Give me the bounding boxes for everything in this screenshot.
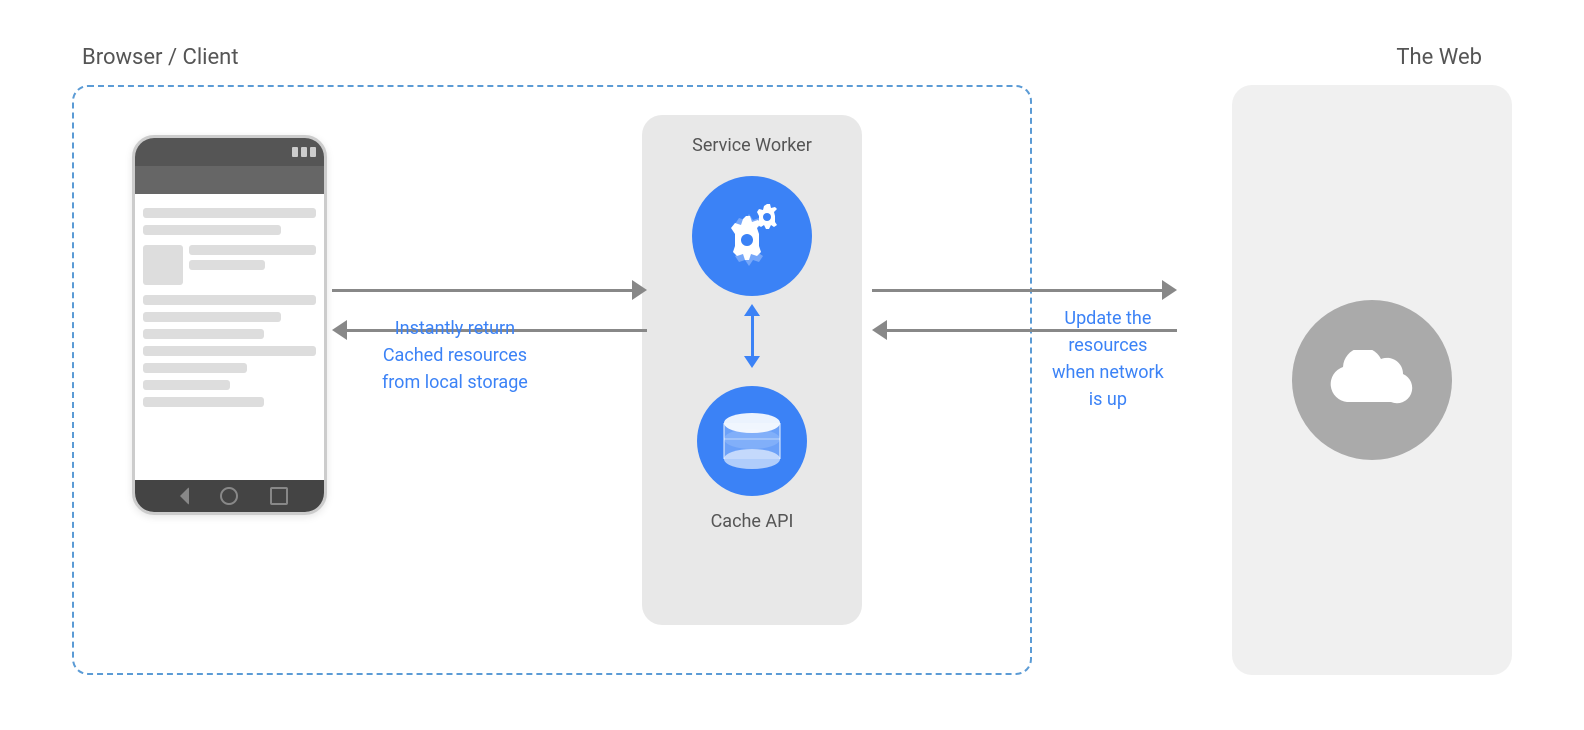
cloud-circle <box>1292 300 1452 460</box>
arrow-head-left-1 <box>332 320 347 340</box>
arrow-head-up <box>744 304 760 316</box>
when-network-text: when network <box>1052 359 1164 386</box>
phone-bar-3 <box>143 295 316 305</box>
phone-bar-5 <box>143 329 264 339</box>
from-local-storage-text: from local storage <box>382 369 528 396</box>
service-worker-label: Service Worker <box>692 135 812 156</box>
phone-nav-bar <box>135 480 324 512</box>
diagram-container: Browser / Client The Web <box>42 25 1542 705</box>
cloud-icon <box>1327 350 1417 410</box>
arrow-head-left-2 <box>872 320 887 340</box>
cache-api-label: Cache API <box>711 511 794 532</box>
phone-bar-1 <box>143 208 316 218</box>
arrow-head-right-2 <box>1162 280 1177 300</box>
arrow-line <box>751 316 754 356</box>
is-up-text: is up <box>1052 386 1164 413</box>
arrow-head-down <box>744 356 760 368</box>
cached-text-block: Instantly return Cached resources from l… <box>382 315 528 396</box>
instantly-return-text: Instantly return <box>382 315 528 342</box>
phone-block-1 <box>143 245 316 285</box>
vertical-arrow <box>744 304 760 368</box>
service-worker-panel: Service Worker <box>642 115 862 625</box>
phone-mockup <box>132 135 327 515</box>
home-btn <box>220 487 238 505</box>
recent-btn <box>270 487 288 505</box>
browser-client-label: Browser / Client <box>82 45 239 70</box>
back-btn <box>171 487 189 505</box>
gears-circle <box>692 176 812 296</box>
web-label: The Web <box>1396 45 1482 70</box>
resources-text: resources <box>1052 332 1164 359</box>
phone-content <box>135 198 324 417</box>
update-the-text: Update the <box>1052 305 1164 332</box>
phone-bar-8 <box>143 380 230 390</box>
arrow-shaft-1 <box>332 289 632 292</box>
gears-icon <box>712 196 792 276</box>
phone-bar-2 <box>143 225 281 235</box>
phone-status-bar <box>135 138 324 166</box>
update-text-block: Update the resources when network is up <box>1052 305 1164 413</box>
arrow-sw-to-web <box>872 280 1177 300</box>
phone-bar-9 <box>143 397 264 407</box>
phone-bar-7 <box>143 363 247 373</box>
arrow-shaft-3 <box>872 289 1162 292</box>
web-box <box>1232 85 1512 675</box>
database-icon <box>717 409 787 474</box>
phone-bar-6 <box>143 346 316 356</box>
cache-api-circle <box>697 386 807 496</box>
arrow-phone-to-sw <box>332 280 647 300</box>
arrow-head-right-1 <box>632 280 647 300</box>
phone-bar-4 <box>143 312 281 322</box>
cached-resources-text: Cached resources <box>382 342 528 369</box>
